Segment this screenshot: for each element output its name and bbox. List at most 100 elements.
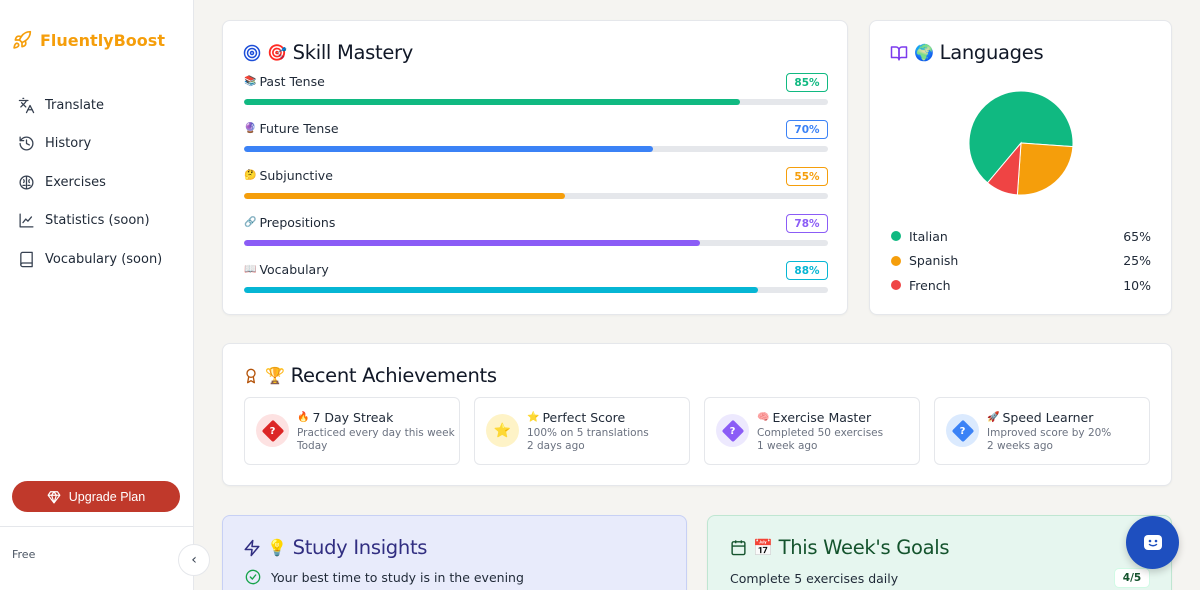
sidebar-item-label: Exercises [45, 174, 106, 190]
skill-name: 🔗 Prepositions [244, 215, 335, 230]
sidebar: FluentlyBoost Translate History Exercise… [0, 0, 194, 590]
title-emoji: 🌍 [914, 43, 934, 62]
achievement-badge-icon: ? [946, 414, 979, 447]
achievement-glyph: ? [729, 425, 736, 436]
skill-mastery-title: 🎯 Skill Mastery [243, 41, 413, 64]
languages-card: 🌍 Languages Italian 65% Spanish 25% French 10… [869, 20, 1172, 315]
sidebar-item-translate[interactable]: Translate [18, 86, 162, 125]
achievement-name: ⭐ Perfect Score [527, 410, 687, 425]
achievement-emoji: 🧠 [757, 412, 770, 423]
languages-title: 🌍 Languages [890, 41, 1044, 64]
legend-value: 10% [1123, 277, 1151, 293]
chat-icon [1143, 534, 1162, 550]
skill-row: 📖 Vocabulary 88% [244, 261, 828, 308]
sidebar-item-label: Vocabulary (soon) [45, 251, 163, 267]
legend-label: Italian [909, 228, 948, 244]
upgrade-plan-button[interactable]: Upgrade Plan [12, 481, 180, 512]
skill-progress-fill [244, 146, 653, 152]
pie-slice-spanish[interactable] [1016, 142, 1074, 196]
achievement-description: 100% on 5 translations [527, 427, 649, 439]
sidebar-item-vocabulary[interactable]: Vocabulary (soon) [18, 240, 162, 279]
calendar-icon [731, 540, 746, 556]
skill-emoji: 📖 [244, 264, 257, 275]
skill-progress-fill [244, 99, 741, 105]
skill-percent-badge: 70% [786, 120, 828, 139]
skill-label: Past Tense [259, 74, 325, 89]
study-insights-card: 💡 Study Insights Your best time to study… [222, 515, 687, 590]
skill-name: 📖 Vocabulary [244, 262, 329, 277]
weekly-goals-title: 📅 This Week's Goals [730, 536, 950, 559]
title-emoji: 🎯 [267, 43, 287, 62]
skill-percent-badge: 88% [786, 261, 828, 280]
sidebar-item-statistics[interactable]: Statistics (soon) [18, 202, 162, 241]
target-icon [243, 44, 261, 61]
achievement-title: Speed Learner [1002, 410, 1094, 425]
legend-dot [891, 280, 901, 291]
achievement-name: 🧠 Exercise Master [757, 410, 917, 425]
achievements-card: 🏆 Recent Achievements ? 🔥 7 Day Streak Prac… [222, 343, 1172, 486]
history-icon [19, 136, 34, 151]
skill-percent-badge: 85% [786, 73, 828, 92]
achievement-diamond-icon: ? [721, 419, 744, 442]
chart-line-icon [19, 213, 34, 228]
achievement-diamond-icon: ? [951, 419, 974, 442]
skill-row: 🔮 Future Tense 70% [244, 120, 828, 167]
achievement-name: 🚀 Speed Learner [987, 410, 1147, 425]
study-insights-heading: Study Insights [292, 536, 428, 559]
skill-progress-track [244, 146, 828, 152]
sidebar-item-exercises[interactable]: Exercises [18, 163, 162, 202]
skill-emoji: 🤔 [244, 170, 257, 181]
achievement-emoji: ⭐ [527, 412, 540, 423]
skill-progress-fill [244, 240, 700, 246]
achievement-badge-icon: ? [256, 414, 289, 447]
skill-list: 📚 Past Tense 85% 🔮 Future Tense 70% 🤔 Subjuncti… [244, 73, 828, 308]
legend-item: Italian 65% [891, 224, 1151, 249]
achievement-name: 🔥 7 Day Streak [297, 410, 457, 425]
skill-mastery-heading: Skill Mastery [292, 41, 414, 64]
achievement-time: 2 days ago [527, 440, 585, 452]
collapse-sidebar-button[interactable]: ‹ [178, 544, 210, 576]
chat-support-button[interactable] [1126, 516, 1179, 569]
achievement-item[interactable]: ⭐ ⭐ Perfect Score 100% on 5 translations 2 d… [474, 397, 690, 465]
skill-progress-fill [244, 287, 758, 293]
sidebar-item-label: Translate [45, 97, 105, 113]
achievement-title: 7 Day Streak [312, 410, 394, 425]
achievement-description: Improved score by 20% [987, 427, 1112, 439]
skill-name: 🔮 Future Tense [244, 121, 339, 136]
star-icon: ⭐ [493, 422, 512, 439]
check-circle-icon [245, 569, 261, 585]
skill-emoji: 🔗 [244, 217, 257, 228]
translate-icon [18, 97, 35, 113]
skill-row: 🤔 Subjunctive 55% [244, 167, 828, 214]
achievement-item[interactable]: ? 🧠 Exercise Master Completed 50 exercises 1… [704, 397, 920, 465]
skill-label: Subjunctive [259, 168, 333, 183]
brain-icon [19, 175, 34, 190]
achievement-emoji: 🚀 [987, 412, 1000, 423]
achievement-diamond-icon: ? [261, 419, 284, 442]
achievement-description: Completed 50 exercises [757, 427, 884, 439]
legend-item: French 10% [891, 273, 1151, 298]
achievement-time: Today [297, 440, 328, 452]
achievement-title: Perfect Score [542, 410, 626, 425]
sidebar-nav: Translate History Exercises Statistics (… [18, 86, 162, 279]
sidebar-divider [0, 526, 193, 527]
chevron-left-icon: ‹ [191, 552, 197, 568]
skill-label: Vocabulary [259, 262, 329, 277]
achievement-time: 2 weeks ago [987, 440, 1053, 452]
app-name: FluentlyBoost [40, 30, 165, 50]
achievement-text: ⭐ Perfect Score 100% on 5 translations 2 da… [527, 410, 687, 452]
achievement-time: 1 week ago [757, 440, 818, 452]
legend-value: 25% [1123, 253, 1151, 269]
plan-label: Free [12, 548, 36, 561]
title-emoji: 💡 [267, 538, 287, 557]
skill-mastery-card: 🎯 Skill Mastery 📚 Past Tense 85% 🔮 Future Te… [222, 20, 848, 315]
achievement-badge-icon: ? [716, 414, 749, 447]
achievement-item[interactable]: ? 🔥 7 Day Streak Practiced every day this w… [244, 397, 460, 465]
title-emoji: 📅 [753, 538, 773, 557]
goal-label: Complete 5 exercises daily [730, 571, 899, 586]
achievement-item[interactable]: ? 🚀 Speed Learner Improved score by 20% 2 we… [934, 397, 1150, 465]
achievement-description: Practiced every day this week [297, 427, 455, 439]
logo[interactable]: FluentlyBoost [12, 30, 165, 50]
sidebar-item-history[interactable]: History [18, 125, 162, 164]
achievement-text: 🧠 Exercise Master Completed 50 exercises 1 … [757, 410, 917, 452]
